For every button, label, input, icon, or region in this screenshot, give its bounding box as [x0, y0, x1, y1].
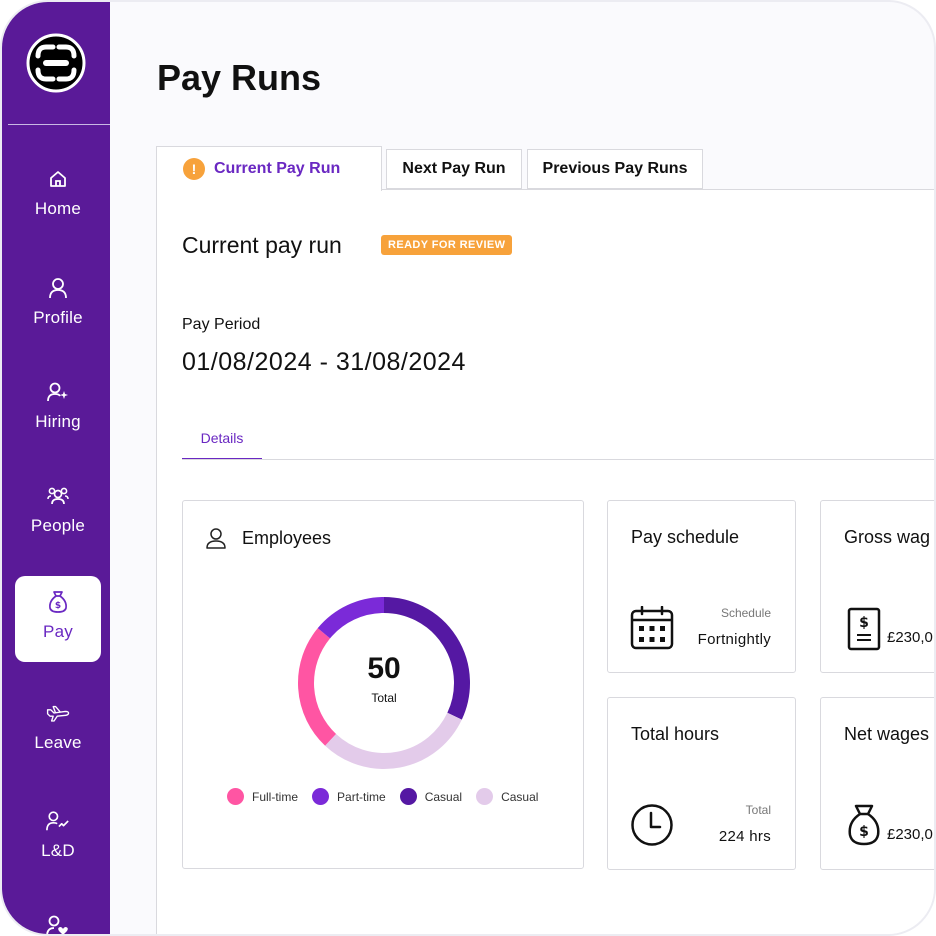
svg-text:$: $ — [55, 601, 61, 611]
legend-label: Casual — [501, 789, 539, 804]
total-hours-title: Total hours — [631, 724, 720, 744]
sidebar-item-leave[interactable]: Leave — [15, 687, 101, 773]
sidebar-item-pay[interactable]: $ Pay — [15, 576, 101, 662]
sidebar-item-hiring[interactable]: Hiring — [15, 366, 101, 452]
tab-panel: Current pay run READY FOR REVIEW Pay Per… — [156, 189, 934, 934]
sidebar-item-label: L&D — [41, 841, 75, 860]
warning-icon: ! — [183, 158, 205, 180]
home-icon — [46, 167, 70, 191]
sidebar-divider — [8, 124, 110, 125]
pay-period-value: 01/08/2024 - 31/08/2024 — [182, 348, 466, 376]
schedule-value: Fortnightly — [697, 631, 771, 648]
tab-details[interactable]: Details — [182, 430, 262, 460]
tab-label: Current Pay Run — [214, 160, 341, 177]
legend-item-casual: Casual — [399, 788, 463, 805]
net-wages-card: Net wages $ £230,0 — [820, 697, 934, 870]
sidebar-item-ld[interactable]: L&D — [15, 795, 101, 881]
page-title: Pay Runs — [157, 57, 322, 98]
pay-schedule-title: Pay schedule — [631, 527, 740, 547]
gross-wages-amount: £230,0 — [887, 629, 933, 646]
net-wages-title: Net wages — [844, 724, 930, 744]
status-badge: READY FOR REVIEW — [381, 235, 513, 255]
logo-icon — [26, 33, 86, 93]
sidebar: Home Profile Hiring People $ Pay Leave L… — [2, 2, 110, 934]
chart-legend: Full-time Part-time Casual Casual — [227, 788, 552, 805]
sidebar-item-label: Home — [34, 199, 82, 218]
user-heart-icon — [46, 914, 70, 934]
user-sparkle-icon — [46, 380, 70, 404]
legend-swatch — [312, 788, 330, 805]
sidebar-item-people[interactable]: People — [15, 470, 101, 556]
legend-item-part-time: Part-time — [312, 788, 386, 805]
app-frame: Home Profile Hiring People $ Pay Leave L… — [0, 0, 936, 936]
user-growth-icon — [46, 809, 70, 833]
tab-previous-pay-runs[interactable]: Previous Pay Runs — [527, 149, 703, 189]
sidebar-item-label: Hiring — [35, 412, 81, 431]
employees-title: Employees — [242, 527, 332, 548]
current-run-title: Current pay run — [182, 232, 342, 258]
tab-label: Previous Pay Runs — [542, 160, 688, 177]
sidebar-item-label: Leave — [34, 733, 82, 752]
receipt-icon: $ — [847, 607, 881, 651]
donut-segment-casual-2 — [325, 712, 462, 769]
hours-value: 224 hrs — [718, 828, 771, 845]
svg-text:$: $ — [859, 824, 869, 840]
legend-item-full-time: Full-time — [227, 788, 298, 805]
legend-label: Casual — [424, 789, 463, 804]
legend-item-casual-2: Casual — [476, 788, 538, 805]
pay-period-label: Pay Period — [182, 316, 261, 333]
details-divider — [182, 459, 934, 460]
pay-schedule-card: Pay schedule Schedule Fortnightly — [607, 500, 796, 673]
main-content: Pay Runs Current pay run READY FOR REVIE… — [110, 2, 934, 934]
employees-donut-chart: 50 Total — [295, 594, 473, 772]
sidebar-item-label: Pay — [43, 622, 73, 641]
tab-label: Next Pay Run — [402, 160, 506, 177]
sidebar-item-wellbeing[interactable] — [15, 900, 101, 934]
legend-swatch — [227, 788, 244, 805]
money-bag-icon: $ — [46, 590, 70, 614]
sidebar-item-profile[interactable]: Profile — [15, 262, 101, 348]
donut-segment-part-time — [317, 597, 385, 639]
svg-text:$: $ — [859, 615, 869, 631]
sidebar-item-home[interactable]: Home — [15, 153, 101, 239]
legend-label: Full-time — [252, 789, 299, 804]
donut-total-label: Total — [371, 691, 397, 705]
legend-label: Part-time — [337, 789, 386, 804]
net-wages-amount: £230,0 — [887, 826, 933, 843]
sidebar-item-label: People — [30, 516, 86, 535]
money-bag-icon: $ — [848, 804, 880, 846]
total-hours-card: Total hours Total 224 hrs — [607, 697, 796, 870]
people-icon — [46, 484, 70, 508]
clock-icon — [631, 804, 673, 846]
user-icon — [46, 276, 70, 300]
donut-segment-full-time — [298, 628, 337, 746]
legend-swatch — [476, 788, 494, 805]
donut-total-value: 50 — [367, 652, 401, 685]
gross-wages-card: Gross wag $ £230,0 — [820, 500, 934, 673]
sidebar-item-label: Profile — [33, 308, 83, 327]
tab-current-pay-run[interactable]: ! Current Pay Run — [156, 146, 382, 191]
calendar-icon — [630, 606, 674, 650]
tab-next-pay-run[interactable]: Next Pay Run — [386, 149, 522, 189]
schedule-label: Schedule — [720, 606, 771, 620]
gross-wages-title: Gross wag — [844, 527, 931, 547]
hours-label: Total — [745, 803, 771, 817]
legend-swatch — [399, 788, 417, 805]
user-icon — [206, 528, 226, 549]
employees-header: Employees — [205, 527, 331, 549]
airplane-icon — [46, 701, 70, 725]
employees-card: Employees 50 Total Full-time Part-time Cas… — [182, 500, 584, 869]
